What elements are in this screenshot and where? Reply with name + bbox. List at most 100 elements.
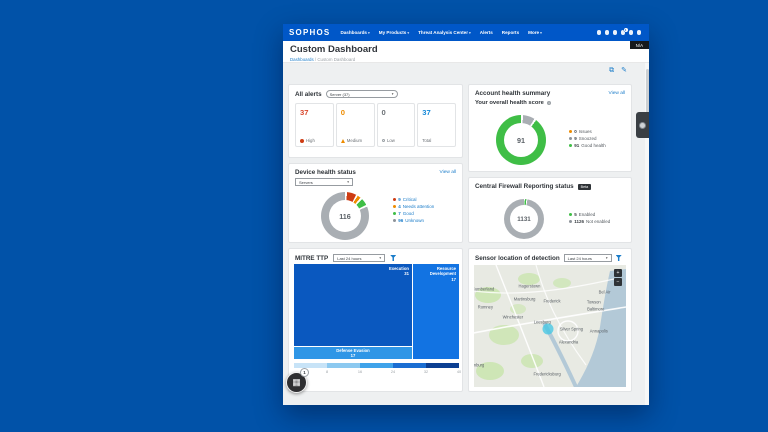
settings-icon[interactable] [628, 30, 633, 35]
page-header: Custom Dashboard Dashboards / Custom Das… [283, 41, 649, 63]
alert-tile-high[interactable]: 37 High [295, 103, 334, 147]
alert-tile-footer: Low [381, 138, 412, 143]
legend-label: Not enabled [585, 219, 611, 224]
legend-item[interactable]: 96 Unknown [393, 218, 434, 223]
map-zoom-controls: + − [614, 269, 622, 286]
scale-tick-label: 16 [357, 370, 363, 374]
treemap-execution[interactable]: Execution 31 [294, 264, 412, 346]
account-legend: 0 Issues 9 Snoozed 91 Good health [569, 129, 606, 150]
treemap-defense-evasion[interactable]: Defense Evasion 17 [294, 345, 412, 359]
legend-dot [393, 211, 397, 216]
nav-item-threat-analysis-center[interactable]: Threat Analysis Center▾ [418, 30, 471, 35]
alert-tile-medium[interactable]: 0 Medium [335, 103, 375, 147]
map-city-label: Winchester [502, 314, 524, 320]
firewall-total: 1131 [517, 215, 531, 223]
health-score-donut[interactable]: 91 [496, 115, 546, 165]
legend-item[interactable]: 9 Critical [393, 197, 434, 202]
nav-item-my-products[interactable]: My Products▾ [379, 30, 409, 35]
dashboard-actions: ⧉ ✎ [609, 67, 627, 75]
legend-label: Snoozed [578, 136, 597, 141]
scale-segment [327, 363, 360, 368]
notifications-icon[interactable]: 1 [620, 27, 628, 35]
chevron-down-icon: ▾ [347, 180, 349, 184]
environment-badge: N/A [629, 41, 649, 49]
alert-tile-footer: High [300, 138, 330, 143]
legend-item: 1126 Not enabled [569, 219, 610, 224]
low-icon [381, 138, 385, 143]
chevron-down-icon: ▾ [391, 92, 394, 96]
legend-dot [569, 129, 573, 134]
sensor-time-dropdown[interactable]: Last 24 hours ▾ [563, 254, 612, 262]
device-filter-dropdown[interactable]: Servers ▾ [295, 178, 353, 186]
firewall-donut[interactable]: 1131 [504, 199, 544, 239]
scale-tick-label: 24 [390, 370, 396, 374]
alert-tile-label: Medium [346, 138, 363, 143]
map-city-label: Bel Air [598, 289, 611, 295]
mitre-time-dropdown[interactable]: Last 24 hours ▾ [333, 254, 386, 262]
scale-segment [393, 363, 426, 368]
map-city-label: Fredericksburg [533, 371, 561, 377]
scale-segment [360, 363, 393, 368]
apps-icon[interactable] [612, 30, 617, 35]
dashboard-content: ⧉ ✎ All alerts Server (37) ▾ 37 High 0 Mediu… [283, 63, 649, 405]
all-alerts-card: All alerts Server (37) ▾ 37 High 0 Medium 0 Lo… [288, 84, 463, 158]
map-city-label: Frederick [543, 298, 561, 304]
nav-item-dashboards[interactable]: Dashboards▾ [340, 30, 369, 35]
high-icon [300, 138, 304, 143]
edit-dashboard-icon[interactable]: ✎ [621, 67, 627, 75]
nav-icons: 1 [596, 27, 641, 35]
alert-tile-total[interactable]: 37 Total [417, 103, 456, 147]
all-alerts-title: All alerts [295, 90, 322, 98]
alert-tile-low[interactable]: 0 Low [376, 103, 416, 147]
account-icon[interactable] [636, 30, 641, 35]
alerts-filter-dropdown[interactable]: Server (37) ▾ [325, 90, 398, 98]
sensor-title: Sensor location of detection [475, 254, 560, 262]
copy-dashboard-icon[interactable]: ⧉ [609, 67, 614, 75]
app-window: SOPHOS Dashboards▾ My Products▾ Threat Ana… [283, 24, 649, 405]
breadcrumb-current: Custom Dashboard [317, 56, 356, 62]
sensor-location-card: Sensor location of detection Last 24 hou… [468, 248, 632, 392]
map-city-label: Cumberland [474, 286, 495, 292]
info-icon[interactable]: i [546, 100, 552, 106]
map-city-label: Romney [477, 304, 494, 310]
legend-count: 4 [398, 204, 401, 209]
legend-count: 1126 [574, 219, 584, 224]
device-view-all-link[interactable]: View all [440, 170, 456, 175]
admin-icon[interactable] [604, 30, 609, 35]
help-icon[interactable] [596, 30, 601, 35]
device-health-donut[interactable]: 116 [321, 192, 369, 240]
legend-dot [569, 136, 573, 141]
alert-tile-footer: Total [422, 138, 452, 143]
nav-item-alerts[interactable]: Alerts [480, 30, 493, 35]
legend-dot [569, 143, 573, 148]
feedback-tab[interactable] [636, 112, 649, 138]
scale-segment [426, 363, 459, 368]
legend-count: 0 [574, 129, 577, 134]
legend-dot [393, 218, 397, 223]
map-city-label: Harrisonburg [474, 362, 485, 368]
zoom-in-button[interactable]: + [614, 269, 622, 277]
treemap-resource-development[interactable]: Resource Development 17 [411, 264, 459, 359]
map-city-label: Alexandria [558, 339, 579, 345]
nav-item-more[interactable]: More▾ [528, 30, 542, 35]
account-view-all-link[interactable]: View all [609, 91, 625, 96]
legend-dot [569, 212, 573, 217]
legend-count: 9 [398, 197, 401, 202]
legend-item[interactable]: 4 Needs attention [393, 204, 434, 209]
detection-map[interactable]: Cumberland Hagerstown Martinsburg Frederick… [474, 265, 626, 387]
treemap-scale-ticks: 8 16 24 32 40 [294, 370, 461, 376]
alert-tile-label: Low [387, 138, 395, 143]
device-total: 116 [339, 211, 351, 221]
filter-icon[interactable] [390, 255, 397, 261]
zoom-out-button[interactable]: − [614, 278, 622, 286]
nav-item-reports[interactable]: Reports [502, 30, 519, 35]
legend-count: 91 [574, 143, 580, 148]
detection-marker[interactable] [542, 323, 554, 335]
alert-count: 0 [381, 108, 386, 117]
breadcrumb-dashboards[interactable]: Dashboards [290, 57, 314, 62]
legend-item[interactable]: 7 Good [393, 211, 434, 216]
legend-item: 91 Good health [569, 143, 606, 148]
filter-icon[interactable] [615, 255, 622, 261]
scale-segment [294, 363, 327, 368]
page-title: Custom Dashboard [290, 44, 378, 55]
